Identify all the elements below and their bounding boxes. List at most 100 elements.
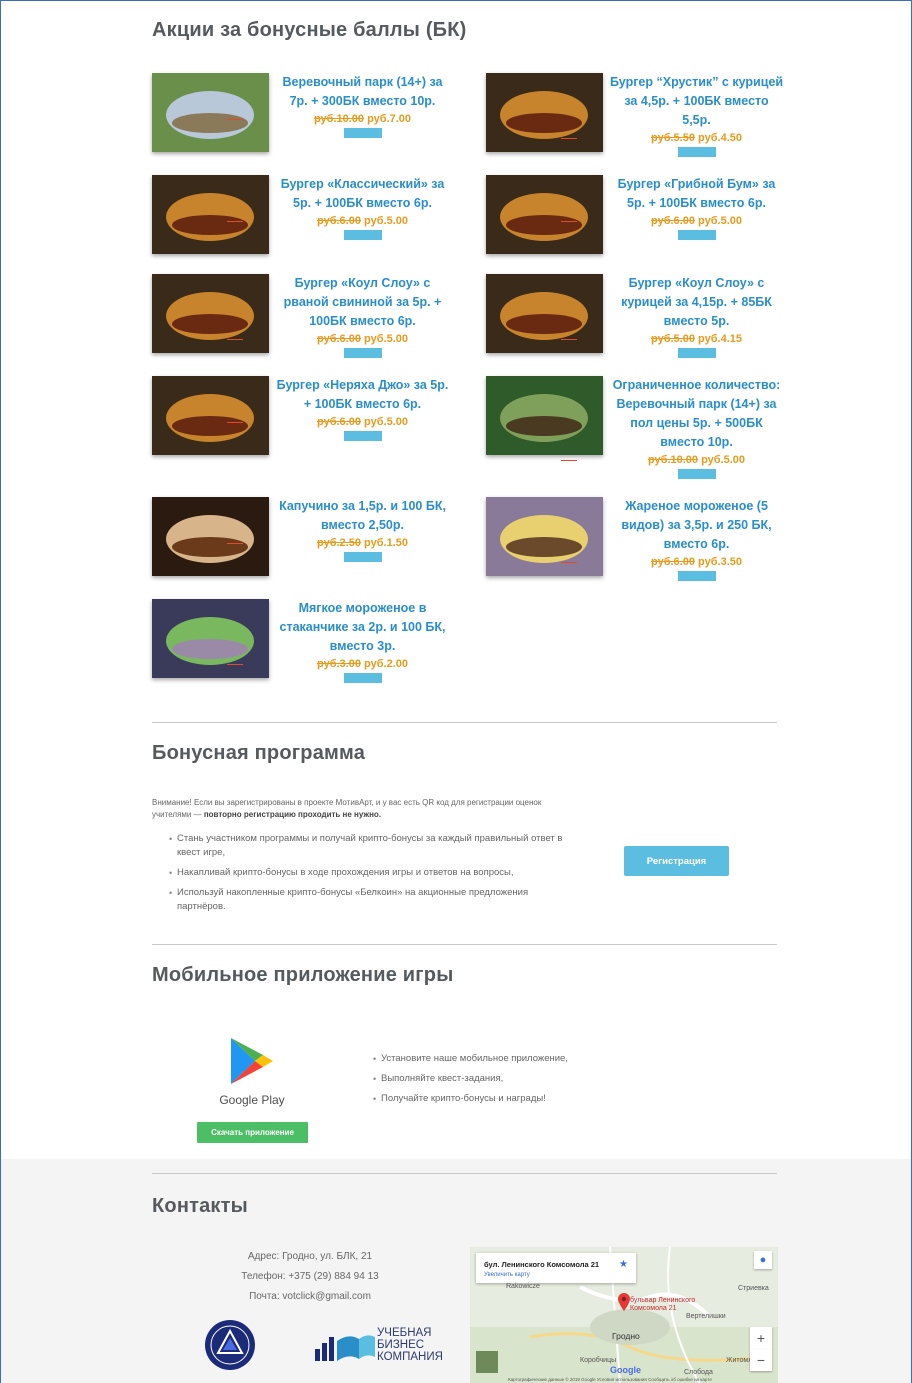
old-price: руб.5.50 (651, 132, 695, 144)
map-info-card: бул. Ленинского Комсомола 21 Увеличить к… (476, 1253, 636, 1283)
list-item: Установите наше мобильное приложение, (356, 1052, 656, 1066)
promo-title[interactable]: Веревочный парк (14+) за 7р. + 300БК вме… (275, 73, 450, 111)
zoom-out-button[interactable]: − (750, 1349, 772, 1371)
old-price: руб.6.00 (317, 333, 361, 345)
promo-card[interactable]: Бургер «Неряха Джо» за 5р. + 100БК вмест… (152, 376, 452, 466)
map-pin-icon (618, 1293, 630, 1311)
buy-button[interactable] (343, 431, 382, 441)
bonus-title: Бонусная программа (152, 742, 366, 764)
promo-image[interactable] (152, 497, 269, 576)
promo-title[interactable]: Бургер «Неряха Джо» за 5р. + 100БК вмест… (275, 376, 450, 414)
promo-image[interactable] (486, 73, 603, 152)
new-price: руб.5.00 (364, 333, 408, 345)
promo-prices: руб.6.00 руб.5.00 (227, 331, 450, 347)
promo-card[interactable]: Бургер «Грибной Бум» за 5р. + 100БК вмес… (486, 175, 786, 265)
bonus-section: Бонусная программа Внимание! Если вы зар… (152, 722, 777, 952)
zoom-in-button[interactable]: + (750, 1327, 772, 1349)
map-city-label: Гродно (612, 1331, 640, 1341)
price-dash (561, 221, 577, 222)
new-price: руб.5.00 (698, 215, 742, 227)
list-item: Получайте крипто-бонусы и награды! (356, 1092, 656, 1106)
promo-image[interactable] (152, 73, 269, 152)
promo-image[interactable] (152, 175, 269, 254)
list-item: Стань участником программы и получай кри… (152, 832, 572, 860)
list-item: Используй накопленные крипто-бонусы «Бел… (152, 886, 572, 914)
promo-image[interactable] (486, 376, 603, 455)
mobile-bullets: Установите наше мобильное приложение, Вы… (356, 1052, 656, 1112)
download-app-button[interactable]: Скачать приложение (197, 1122, 308, 1143)
map-address: бул. Ленинского Комсомола 21 (484, 1260, 600, 1269)
price-dash (561, 339, 577, 340)
promo-title[interactable]: Мягкое мороженое в стаканчике за 2р. и 1… (275, 599, 450, 656)
promo-card[interactable]: Бургер «Классический» за 5р. + 100БК вме… (152, 175, 452, 265)
buy-button[interactable] (343, 128, 382, 138)
buy-button[interactable] (343, 673, 382, 683)
promo-prices: руб.6.00 руб.5.00 (227, 213, 450, 229)
promo-image[interactable] (486, 274, 603, 353)
promo-image[interactable] (152, 274, 269, 353)
promo-title[interactable]: Ограниченное количество: Веревочный парк… (609, 376, 784, 452)
promo-title[interactable]: Бургер “Хрустик” с курицей за 4,5р. + 10… (609, 73, 784, 130)
old-price: руб.6.00 (651, 215, 695, 227)
new-price: руб.3.50 (698, 556, 742, 568)
new-price: руб.1.50 (364, 537, 408, 549)
google-play-badge[interactable]: Google Play (192, 1036, 312, 1107)
promo-card[interactable]: Ограниченное количество: Веревочный парк… (486, 376, 786, 479)
buy-button[interactable] (343, 230, 382, 240)
contact-address: Адрес: Гродно, ул. БЛК, 21 (247, 1251, 373, 1262)
map-place-label: Коробчицы (580, 1357, 617, 1364)
promo-info: Бургер «Коул Слоу» с рваной свининой за … (227, 274, 450, 358)
price-dash (227, 422, 243, 423)
promo-prices: руб.6.00 руб.5.00 (227, 414, 450, 430)
promo-card[interactable]: Жареное мороженое (5 видов) за 3,5р. и 2… (486, 497, 786, 587)
old-price: руб.6.00 (317, 215, 361, 227)
promo-title[interactable]: Жареное мороженое (5 видов) за 3,5р. и 2… (609, 497, 784, 554)
promo-title[interactable]: Бургер «Классический» за 5р. + 100БК вме… (275, 175, 450, 213)
mobile-section: Мобильное приложение игры Google Play Ск… (152, 944, 777, 1154)
buy-button[interactable] (677, 571, 716, 581)
buy-button[interactable] (677, 147, 716, 157)
promo-info: Жареное мороженое (5 видов) за 3,5р. и 2… (561, 497, 784, 581)
google-map[interactable]: бул. Ленинского Комсомола 21 Увеличить к… (470, 1247, 778, 1383)
promo-image[interactable] (486, 175, 603, 254)
register-button[interactable]: Регистрация (624, 846, 729, 876)
buy-button[interactable] (343, 552, 382, 562)
promo-card[interactable]: Веревочный парк (14+) за 7р. + 300БК вме… (152, 73, 452, 163)
promo-image[interactable] (152, 376, 269, 455)
promo-card[interactable]: Бургер «Коул Слоу» с курицей за 4,15р. +… (486, 274, 786, 364)
mobile-title: Мобильное приложение игры (152, 964, 454, 986)
map-place-label: Стриевка (738, 1285, 769, 1292)
new-price: руб.4.15 (698, 333, 742, 345)
divider (152, 722, 777, 723)
promo-title[interactable]: Капучино за 1,5р. и 100 БК, вместо 2,50р… (275, 497, 450, 535)
buy-button[interactable] (343, 348, 382, 358)
price-dash (561, 460, 577, 461)
map-attribution: Картографические данные © 2019 Google Ус… (508, 1377, 712, 1382)
price-dash (227, 339, 243, 340)
new-price: руб.5.00 (364, 416, 408, 428)
promo-info: Ограниченное количество: Веревочный парк… (561, 376, 784, 479)
promo-image[interactable] (152, 599, 269, 678)
map-place-label: Rakowicze (506, 1283, 540, 1290)
buy-button[interactable] (677, 469, 716, 479)
promo-image[interactable] (486, 497, 603, 576)
contact-email[interactable]: Почта: votclick@gmail.com (210, 1287, 410, 1307)
map-zoom-link[interactable]: Увеличить карту (484, 1272, 530, 1278)
star-icon[interactable]: ★ (619, 1259, 628, 1270)
price-dash (561, 562, 577, 563)
promo-card[interactable]: Мягкое мороженое в стаканчике за 2р. и 1… (152, 599, 452, 689)
old-price: руб.10.00 (313, 113, 365, 125)
price-dash (227, 119, 243, 120)
promo-card[interactable]: Бургер “Хрустик” с курицей за 4,5р. + 10… (486, 73, 786, 163)
promo-card[interactable]: Капучино за 1,5р. и 100 БК, вместо 2,50р… (152, 497, 452, 587)
promo-card[interactable]: Бургер «Коул Слоу» с рваной свининой за … (152, 274, 452, 364)
new-price: руб.4.50 (698, 132, 742, 144)
promo-title[interactable]: Бургер «Грибной Бум» за 5р. + 100БК вмес… (609, 175, 784, 213)
promo-title[interactable]: Бургер «Коул Слоу» с рваной свининой за … (275, 274, 450, 331)
buy-button[interactable] (677, 230, 716, 240)
promotions-title: Акции за бонусные баллы (БК) (152, 19, 467, 41)
list-item: Накапливай крипто-бонусы в ходе прохожде… (152, 866, 572, 880)
buy-button[interactable] (677, 348, 716, 358)
promo-title[interactable]: Бургер «Коул Слоу» с курицей за 4,15р. +… (609, 274, 784, 331)
street-view-icon[interactable]: ● (754, 1251, 772, 1269)
